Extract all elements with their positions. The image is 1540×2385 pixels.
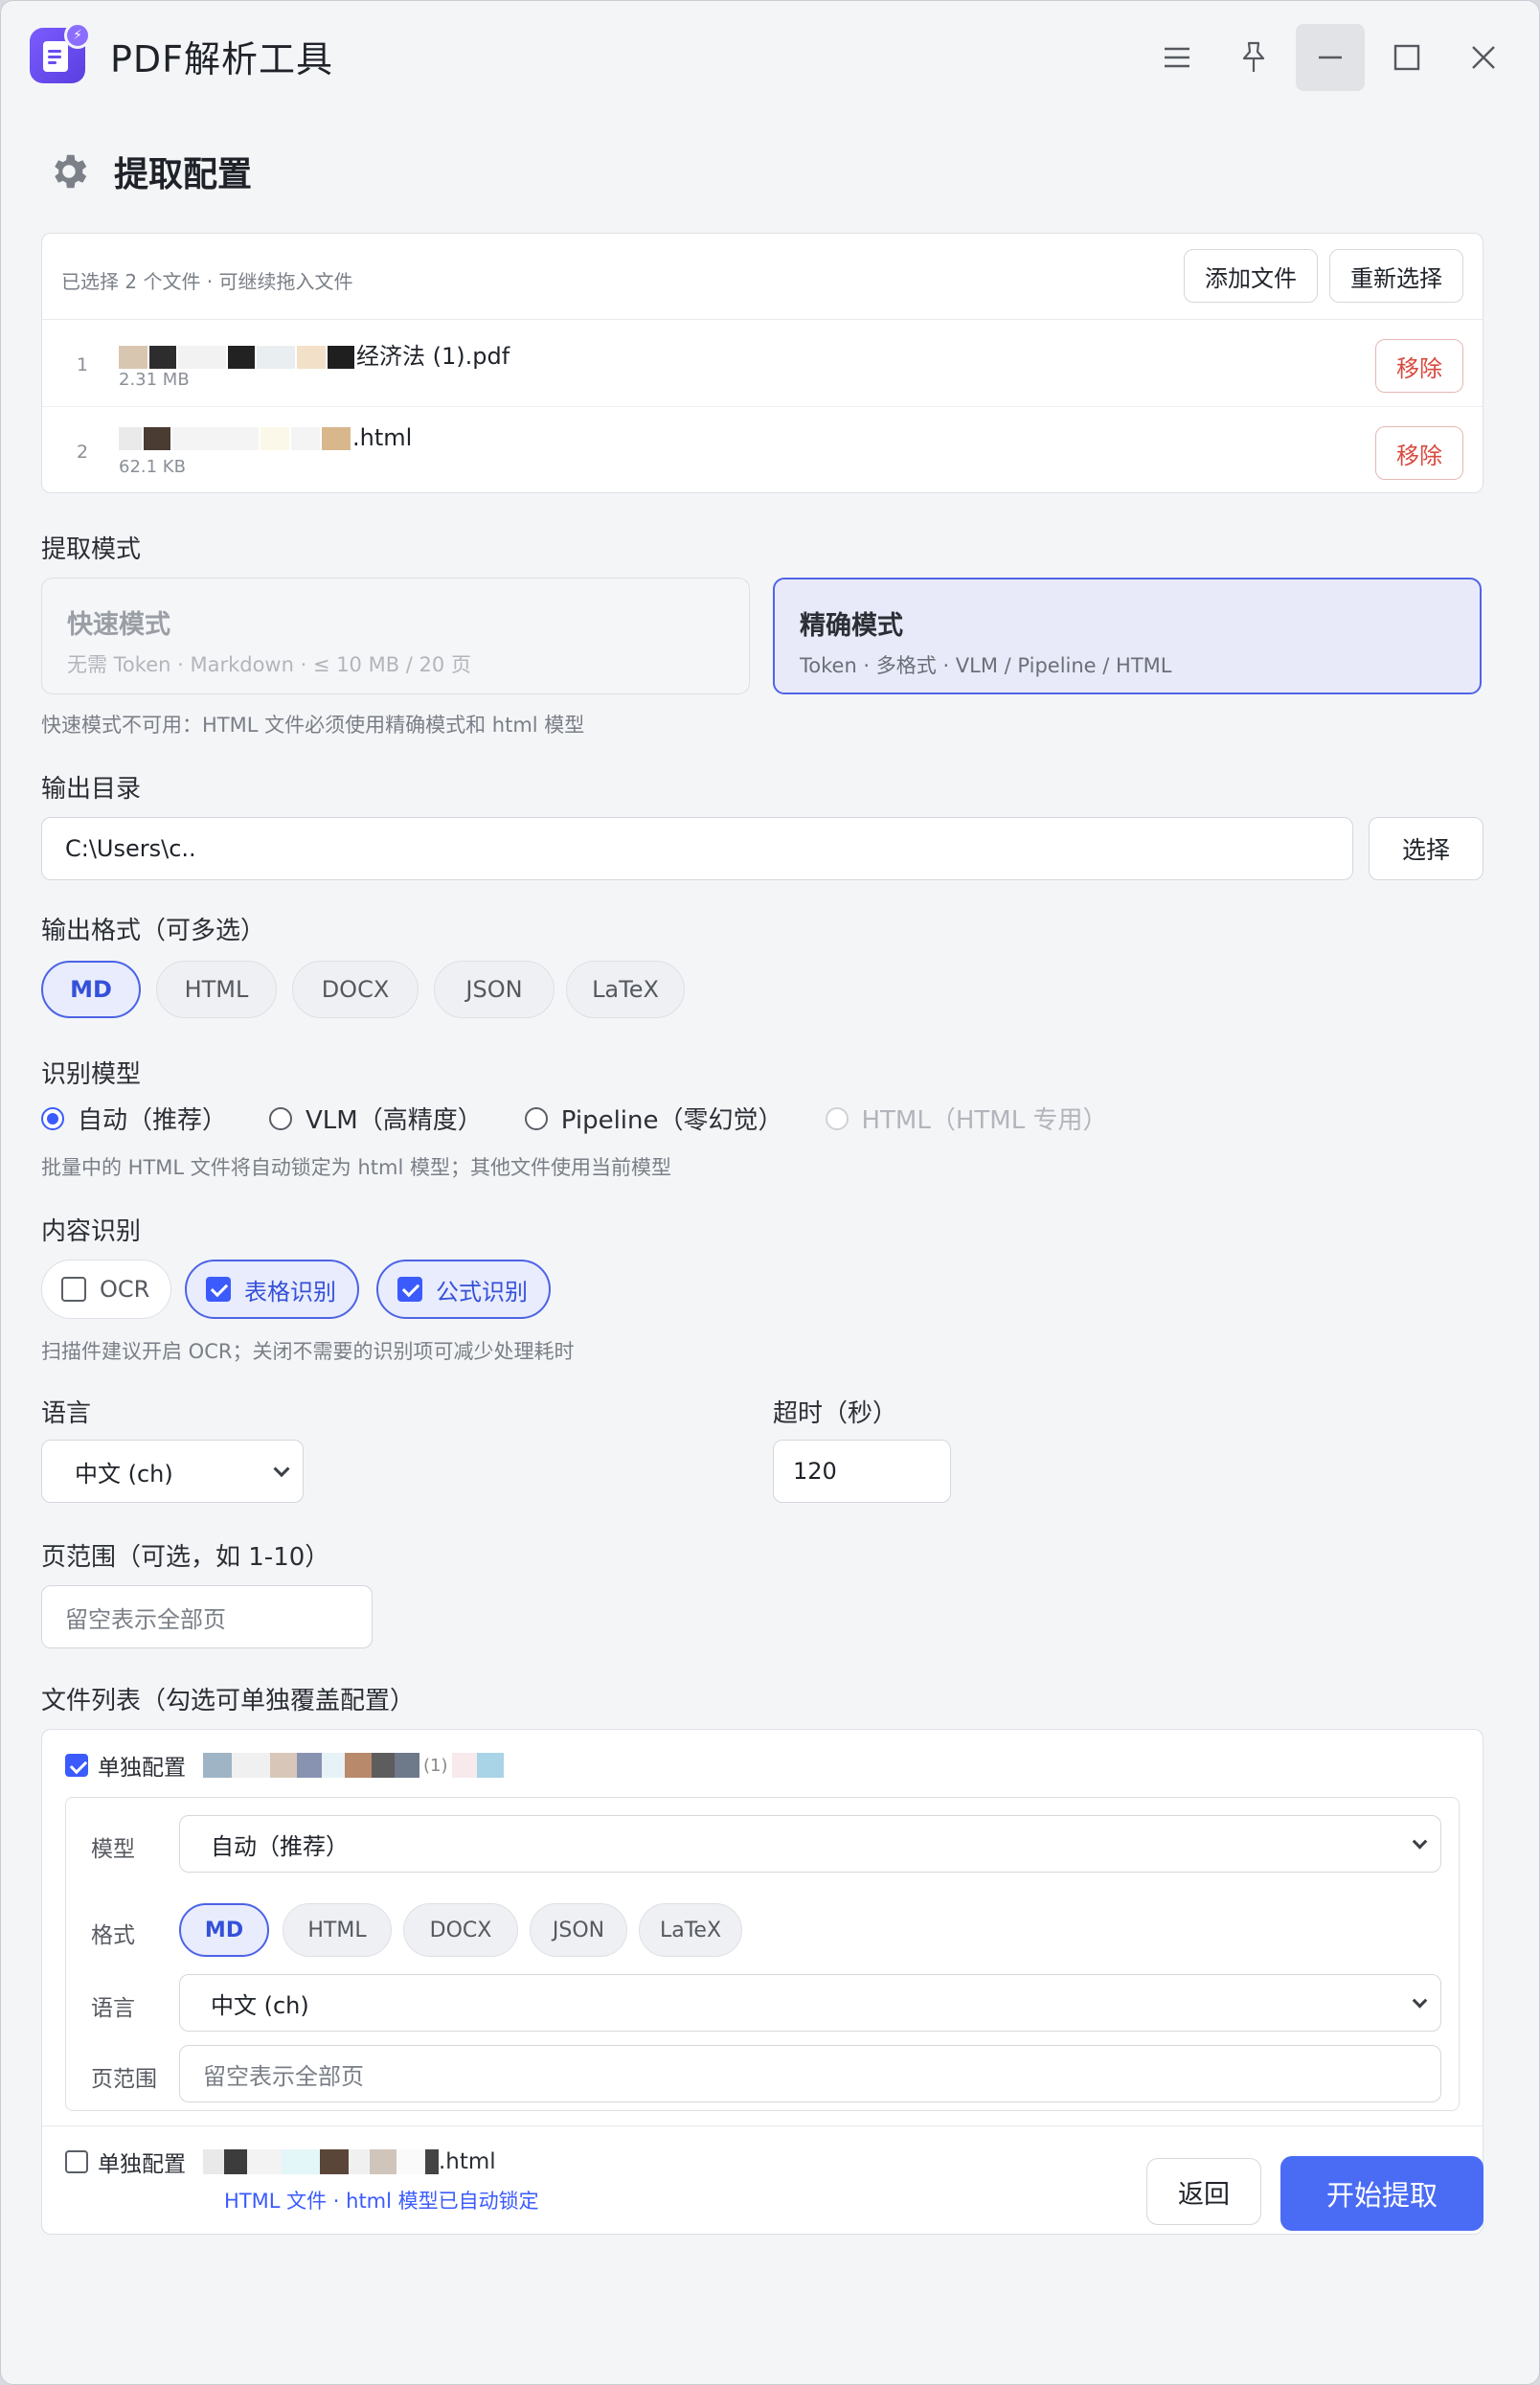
timeout-label: 超时（秒） <box>773 1399 898 1428</box>
fast-mode-card[interactable]: 快速模式 无需 Token · Markdown · ≤ 10 MB / 20 … <box>41 578 750 694</box>
app-window: ⚡ PDF解析工具 提取配置 已选择 2 个文件 · 可继续拖入文件 添加文件 … <box>0 0 1540 2385</box>
model-hint: 批量中的 HTML 文件将自动锁定为 html 模型；其他文件使用当前模型 <box>41 1156 671 1179</box>
override-settings-panel: 模型 自动（推荐） 格式 MD HTML DOCX JSON LaTeX 语言 … <box>65 1797 1460 2111</box>
file-row: 1 经济法 (1).pdf 2.31 MB 移除 <box>42 320 1483 407</box>
language-select[interactable]: 中文 (ch) <box>41 1440 304 1503</box>
file-row: 2 .html 62.1 KB 移除 <box>42 407 1483 494</box>
page-range-label: 页范围（可选，如 1-10） <box>41 1543 330 1572</box>
format-chip-md[interactable]: MD <box>41 961 141 1018</box>
app-logo-icon: ⚡ <box>30 22 91 83</box>
mode-label: 提取模式 <box>41 535 142 564</box>
model-radio-group: 自动（推荐） VLM（高精度） Pipeline（零幻觉） HTML（HTML … <box>41 1101 1149 1136</box>
menu-icon[interactable] <box>1143 24 1212 91</box>
precise-mode-desc: Token · 多格式 · VLM / Pipeline / HTML <box>800 654 1172 677</box>
file-index: 2 <box>77 442 89 463</box>
close-icon[interactable] <box>1449 24 1518 91</box>
override-lang-label: 语言 <box>91 1996 135 2021</box>
override-checkbox[interactable]: 单独配置 .html <box>65 2146 496 2178</box>
mode-hint: 快速模式不可用：HTML 文件必须使用精确模式和 html 模型 <box>41 714 585 737</box>
formula-recognition-checkbox[interactable]: 公式识别 <box>376 1260 551 1319</box>
formats-label: 输出格式（可多选） <box>41 917 266 945</box>
override-format-label: 格式 <box>91 1923 135 1948</box>
maximize-icon[interactable] <box>1372 24 1441 91</box>
override-checkbox[interactable]: 单独配置 (1) <box>65 1749 504 1782</box>
table-recognition-checkbox[interactable]: 表格识别 <box>185 1260 359 1319</box>
file-override-item: 单独配置 (1) 模型 自动（推荐） 格式 MD HTML DOCX JSON … <box>42 1730 1483 2126</box>
add-files-button[interactable]: 添加文件 <box>1184 249 1318 303</box>
model-radio-pipeline[interactable]: Pipeline（零幻觉） <box>524 1101 783 1136</box>
timeout-input[interactable]: 120 <box>773 1440 951 1503</box>
chevron-down-icon <box>1412 1993 1428 2009</box>
output-dir-label: 输出目录 <box>41 775 142 804</box>
file-size: 2.31 MB <box>119 370 190 390</box>
minimize-icon[interactable] <box>1296 24 1365 91</box>
choose-dir-button[interactable]: 选择 <box>1369 817 1483 880</box>
language-label: 语言 <box>41 1399 92 1428</box>
reselect-button[interactable]: 重新选择 <box>1329 249 1463 303</box>
file-size: 62.1 KB <box>119 457 186 477</box>
format-chip-json[interactable]: JSON <box>434 961 555 1018</box>
start-extract-button[interactable]: 开始提取 <box>1280 2156 1483 2231</box>
selected-files-card: 已选择 2 个文件 · 可继续拖入文件 添加文件 重新选择 1 经济法 (1).… <box>41 233 1483 493</box>
remove-file-button[interactable]: 移除 <box>1375 426 1463 480</box>
files-card-header: 已选择 2 个文件 · 可继续拖入文件 添加文件 重新选择 <box>42 234 1483 320</box>
back-button[interactable]: 返回 <box>1146 2158 1261 2225</box>
override-lang-select[interactable]: 中文 (ch) <box>179 1974 1441 2032</box>
page-title: 提取配置 <box>114 155 253 194</box>
override-model-label: 模型 <box>91 1837 135 1862</box>
content-hint: 扫描件建议开启 OCR；关闭不需要的识别项可减少处理耗时 <box>41 1340 575 1363</box>
app-title: PDF解析工具 <box>110 38 334 80</box>
gear-icon <box>45 148 93 195</box>
override-file-name: .html <box>203 2149 496 2174</box>
file-list-card: 单独配置 (1) 模型 自动（推荐） 格式 MD HTML DOCX JSON … <box>41 1729 1483 2235</box>
chevron-down-icon <box>1412 1834 1428 1850</box>
precise-mode-card[interactable]: 精确模式 Token · 多格式 · VLM / Pipeline / HTML <box>773 578 1482 694</box>
override-format-json[interactable]: JSON <box>530 1903 627 1957</box>
file-list-label: 文件列表（勾选可单独覆盖配置） <box>41 1687 416 1715</box>
override-format-md[interactable]: MD <box>179 1903 269 1957</box>
file-override-item: 单独配置 .html HTML 文件 · html 模型已自动锁定 <box>42 2126 1483 2236</box>
config-header: 提取配置 <box>45 147 252 196</box>
page-range-input[interactable]: 留空表示全部页 <box>41 1585 373 1648</box>
html-lock-hint: HTML 文件 · html 模型已自动锁定 <box>224 2190 539 2213</box>
chevron-down-icon <box>273 1461 290 1478</box>
override-format-latex[interactable]: LaTeX <box>639 1903 742 1957</box>
override-format-docx[interactable]: DOCX <box>403 1903 518 1957</box>
remove-file-button[interactable]: 移除 <box>1375 339 1463 393</box>
model-label: 识别模型 <box>41 1060 142 1089</box>
output-dir-input[interactable]: C:\Users\c.. <box>41 817 1353 880</box>
override-format-html[interactable]: HTML <box>283 1903 392 1957</box>
file-name: .html <box>119 424 412 451</box>
model-radio-html: HTML（HTML 专用） <box>825 1101 1107 1136</box>
format-chip-docx[interactable]: DOCX <box>292 961 419 1018</box>
title-bar: ⚡ PDF解析工具 <box>1 1 1539 110</box>
override-model-select[interactable]: 自动（推荐） <box>179 1815 1441 1873</box>
fast-mode-title: 快速模式 <box>67 610 170 640</box>
override-range-input[interactable]: 留空表示全部页 <box>179 2045 1441 2102</box>
files-hint: 已选择 2 个文件 · 可继续拖入文件 <box>61 270 353 293</box>
precise-mode-title: 精确模式 <box>800 611 903 641</box>
format-chip-html[interactable]: HTML <box>156 961 277 1018</box>
fast-mode-desc: 无需 Token · Markdown · ≤ 10 MB / 20 页 <box>67 653 471 676</box>
override-range-label: 页范围 <box>91 2067 157 2092</box>
file-name: 经济法 (1).pdf <box>119 337 510 371</box>
pin-icon[interactable] <box>1219 24 1288 91</box>
main-content: 提取配置 已选择 2 个文件 · 可继续拖入文件 添加文件 重新选择 1 经济法… <box>1 110 1539 2384</box>
content-label: 内容识别 <box>41 1217 142 1246</box>
ocr-checkbox[interactable]: OCR <box>41 1260 172 1319</box>
model-radio-auto[interactable]: 自动（推荐） <box>41 1101 227 1136</box>
override-file-name: (1) <box>203 1753 504 1778</box>
model-radio-vlm[interactable]: VLM（高精度） <box>269 1101 483 1136</box>
file-index: 1 <box>77 354 89 375</box>
format-chip-latex[interactable]: LaTeX <box>566 961 685 1018</box>
